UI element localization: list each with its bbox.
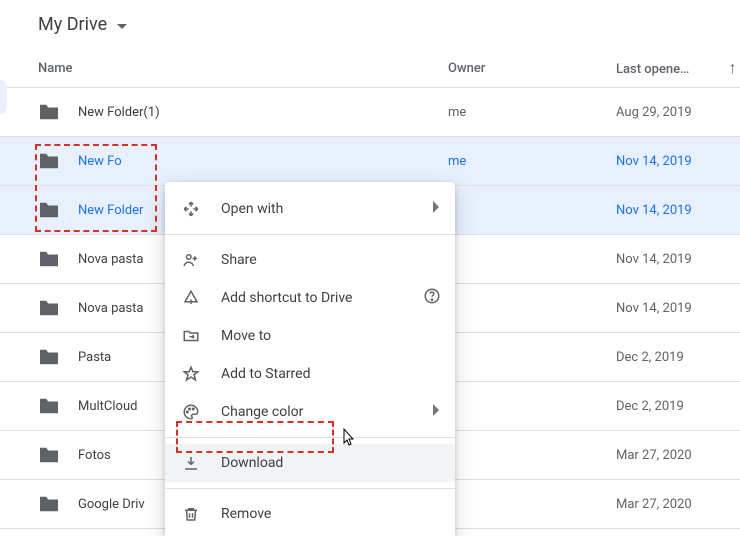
sort-arrow-up-icon[interactable]: ↑ (729, 58, 737, 77)
file-owner: me (448, 105, 616, 120)
file-date: Dec 2, 2019 (616, 350, 740, 365)
menu-add-shortcut[interactable]: Add shortcut to Drive (165, 279, 455, 317)
menu-label: Change color (221, 404, 303, 420)
table-row[interactable]: New Fo meNov 14, 2019 (0, 137, 740, 186)
menu-add-starred[interactable]: Add to Starred (165, 355, 455, 393)
folder-icon (38, 446, 60, 464)
column-header-owner[interactable]: Owner (448, 61, 616, 76)
menu-separator (165, 488, 455, 489)
download-icon (181, 453, 201, 473)
table-row[interactable]: New Folder(1) meAug 29, 2019 (0, 88, 740, 137)
folder-icon (38, 152, 60, 170)
folder-icon (38, 103, 60, 121)
menu-label: Remove (221, 506, 271, 522)
share-icon (181, 250, 201, 270)
menu-separator (165, 437, 455, 438)
file-date: Nov 14, 2019 (616, 154, 740, 169)
menu-label: Open with (221, 201, 283, 217)
menu-label: Download (221, 455, 283, 471)
file-date: Mar 27, 2020 (616, 448, 740, 463)
menu-change-color[interactable]: Change color (165, 393, 455, 431)
chevron-right-icon (433, 404, 441, 420)
partial-blue-pill (0, 80, 7, 114)
menu-label: Add shortcut to Drive (221, 290, 352, 306)
column-header-name[interactable]: Name (0, 61, 448, 76)
breadcrumb-title: My Drive (38, 14, 107, 35)
file-name: Pasta (78, 350, 111, 365)
add-shortcut-icon (181, 288, 201, 308)
star-icon (181, 364, 201, 384)
menu-label: Share (221, 252, 257, 268)
folder-icon (38, 397, 60, 415)
folder-icon (38, 201, 60, 219)
file-date: Aug 29, 2019 (616, 105, 740, 120)
file-name: Fotos (78, 448, 111, 463)
file-date: Mar 27, 2020 (616, 497, 740, 512)
move-to-icon (181, 326, 201, 346)
file-name: New Fo (78, 154, 122, 169)
menu-label: Add to Starred (221, 366, 310, 382)
help-icon[interactable] (423, 287, 441, 309)
file-name: New Folder(1) (78, 105, 160, 120)
context-menu: Open with Share Add shortcut to Drive Mo… (165, 182, 455, 536)
file-date: Dec 2, 2019 (616, 399, 740, 414)
open-with-icon (181, 199, 201, 219)
file-name: Google Driv (78, 497, 145, 512)
file-name: New Folder (78, 203, 143, 218)
menu-download[interactable]: Download (165, 444, 455, 482)
folder-icon (38, 495, 60, 513)
trash-icon (181, 504, 201, 524)
file-date: Nov 14, 2019 (616, 301, 740, 316)
cursor-pointer-icon (338, 427, 358, 455)
file-name: MultCloud (78, 399, 137, 414)
chevron-right-icon (433, 201, 441, 217)
breadcrumb[interactable]: My Drive (0, 0, 740, 49)
file-date: Nov 14, 2019 (616, 252, 740, 267)
column-header-row: Name Owner Last opene… ↑ (0, 49, 740, 88)
folder-icon (38, 348, 60, 366)
menu-open-with[interactable]: Open with (165, 190, 455, 228)
menu-label: Move to (221, 328, 271, 344)
menu-move-to[interactable]: Move to (165, 317, 455, 355)
file-owner: me (448, 154, 616, 169)
file-name: Nova pasta (78, 252, 144, 267)
menu-remove[interactable]: Remove (165, 495, 455, 533)
file-date: Nov 14, 2019 (616, 203, 740, 218)
palette-icon (181, 402, 201, 422)
caret-down-icon (117, 14, 127, 35)
column-header-date[interactable]: Last opene… ↑ (616, 58, 740, 78)
menu-separator (165, 234, 455, 235)
folder-icon (38, 299, 60, 317)
menu-share[interactable]: Share (165, 241, 455, 279)
file-name: Nova pasta (78, 301, 144, 316)
folder-icon (38, 250, 60, 268)
